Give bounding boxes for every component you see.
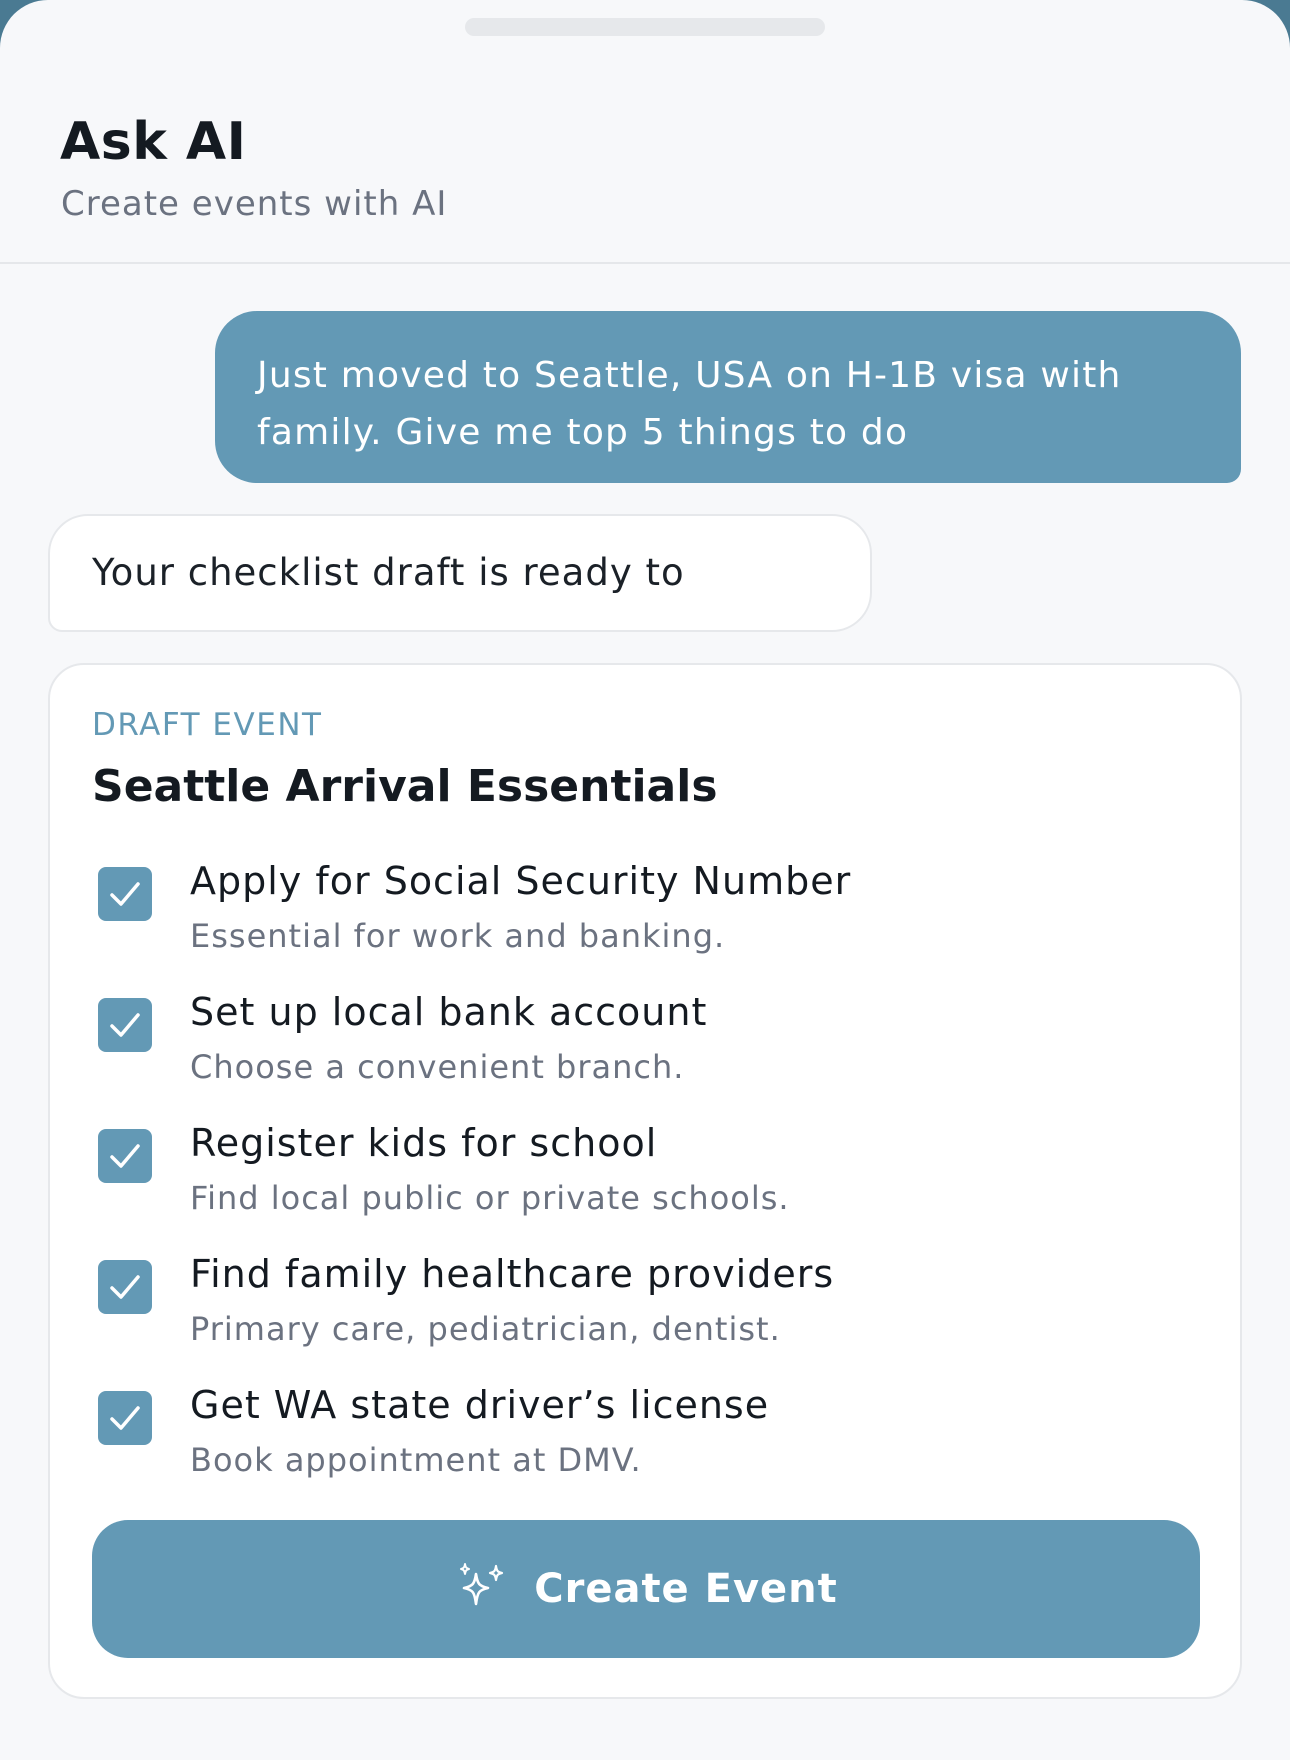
checkbox-checked[interactable] (98, 1260, 152, 1314)
checklist-item-title: Get WA state driver’s license (190, 1383, 770, 1427)
checkbox-checked[interactable] (98, 1129, 152, 1183)
create-event-button-content: Create Event (92, 1520, 1200, 1658)
sheet-header: Ask AI Create events with AI (0, 0, 1290, 264)
checkmark-icon (110, 882, 140, 906)
checklist-item-description: Primary care, pediatrician, dentist. (190, 1310, 781, 1348)
checklist-item: Apply for Social Security Number Essenti… (50, 859, 1240, 979)
sparkles-icon (454, 1560, 512, 1618)
checklist-item-title: Find family healthcare providers (190, 1252, 835, 1296)
checklist-item: Set up local bank account Choose a conve… (50, 990, 1240, 1110)
checklist-item-description: Essential for work and banking. (190, 917, 726, 955)
draft-event-label: DRAFT EVENT (92, 707, 323, 743)
checkmark-icon (110, 1144, 140, 1168)
checkbox-checked[interactable] (98, 867, 152, 921)
ask-ai-sheet: Ask AI Create events with AI Just moved … (0, 0, 1290, 1760)
draft-event-card: DRAFT EVENT Seattle Arrival Essentials A… (48, 663, 1242, 1699)
checklist-item: Find family healthcare providers Primary… (50, 1252, 1240, 1372)
ai-message-bubble: Your checklist draft is ready to review. (48, 514, 872, 708)
checklist-item-description: Book appointment at DMV. (190, 1441, 642, 1479)
checkbox-checked[interactable] (98, 1391, 152, 1445)
page-subtitle: Create events with AI (61, 184, 448, 224)
checklist-item-title: Register kids for school (190, 1121, 658, 1165)
create-event-label: Create Event (534, 1566, 838, 1612)
checklist-item: Get WA state driver’s license Book appoi… (50, 1383, 1240, 1503)
checkmark-icon (110, 1013, 140, 1037)
checkmark-icon (110, 1275, 140, 1299)
checkmark-icon (110, 1406, 140, 1430)
checklist-item-description: Find local public or private schools. (190, 1179, 790, 1217)
checklist-item-description: Choose a convenient branch. (190, 1048, 685, 1086)
checklist-item: Register kids for school Find local publ… (50, 1121, 1240, 1241)
checklist-item-title: Apply for Social Security Number (190, 859, 852, 903)
draft-event-title: Seattle Arrival Essentials (92, 761, 718, 812)
checklist-item-title: Set up local bank account (190, 990, 708, 1034)
user-message-bubble: Just moved to Seattle, USA on H-1B visa … (215, 311, 1241, 483)
checkbox-checked[interactable] (98, 998, 152, 1052)
page-title: Ask AI (60, 112, 247, 172)
create-event-button[interactable]: Create Event (92, 1520, 1200, 1658)
